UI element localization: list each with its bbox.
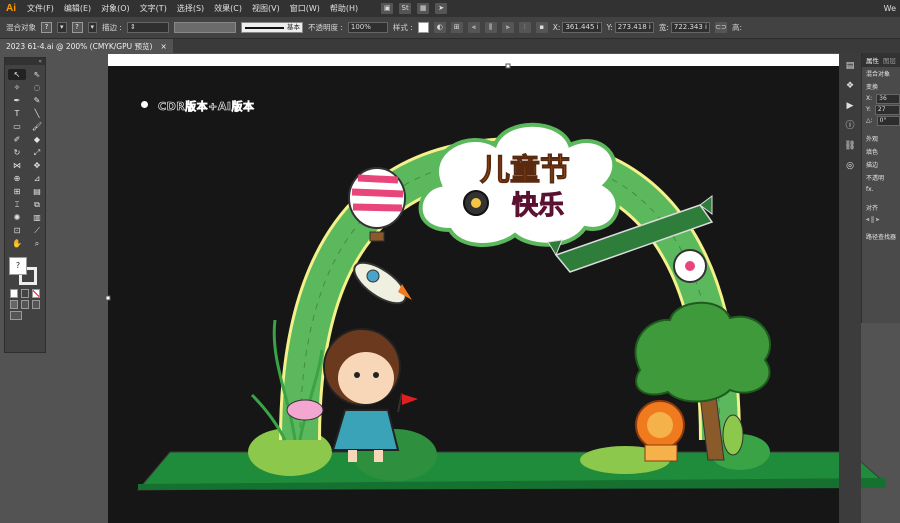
play-actions-icon[interactable]: ▶ (842, 99, 858, 113)
color-mode-icon[interactable] (10, 289, 18, 298)
panel-stroke-label: 描边 (866, 162, 879, 169)
rocket[interactable] (348, 255, 412, 311)
swatches-icon[interactable]: ❖ (842, 79, 858, 93)
panel-angle-input[interactable]: 0° (876, 115, 900, 126)
shaper-tool-icon[interactable]: ✐ (8, 134, 26, 145)
color-mode-buttons (10, 289, 40, 298)
type-tool-icon[interactable]: T (8, 108, 26, 119)
girl-face (338, 352, 394, 404)
panel-stroke-row[interactable]: 描边 (862, 158, 900, 171)
eraser-icon[interactable]: ◆ (28, 134, 46, 145)
pathfinder-heading: 路径查找器 (866, 234, 897, 241)
width-tool-icon[interactable]: ⋈ (8, 160, 26, 171)
fx-button[interactable]: fx. (862, 184, 900, 195)
tools-panel: « ↖ ⇖ ✧ ◌ ✒ ✎ T ╲ ▭ 🖌 ✐ ◆ ↻ ⤢ ⋈ ✥ ⊕ ⊿ ⊞ … (4, 57, 46, 353)
links-icon[interactable]: ⛓ (842, 139, 858, 153)
tools-panel-header[interactable]: « (5, 58, 45, 65)
artwork[interactable]: 儿童节 快乐 (0, 0, 900, 523)
none-mode-icon[interactable] (32, 289, 40, 298)
shape-builder-icon[interactable]: ⊕ (8, 173, 26, 184)
graph-tool-icon[interactable]: ▥ (28, 212, 46, 223)
screen-mode-icon[interactable] (10, 311, 22, 320)
panel-fill-label: 填色 (866, 149, 879, 156)
tab-properties[interactable]: 属性 (866, 55, 879, 65)
girl-eye-left (354, 372, 360, 378)
selection-handle-left[interactable] (105, 295, 111, 301)
artboard-tool-icon[interactable]: ⊡ (8, 225, 26, 236)
rocket-window (366, 269, 380, 283)
eyedropper-icon[interactable]: ⌶ (8, 199, 26, 210)
panel-x-input[interactable]: 36 (876, 93, 900, 104)
tree-canopy[interactable] (634, 301, 771, 403)
panel-selection-type: 混合对象 (866, 71, 891, 78)
blend-tool-icon[interactable]: ⧉ (28, 199, 46, 210)
rectangle-tool-icon[interactable]: ▭ (8, 121, 26, 132)
screen-mode-row (10, 311, 40, 320)
info-icon[interactable]: ⓘ (842, 119, 858, 133)
title-line2: 快乐 (512, 191, 564, 221)
draw-mode-buttons (10, 300, 40, 309)
flag-pole (397, 392, 403, 413)
pen-tool-icon[interactable]: ✒ (8, 95, 26, 106)
rotate-tool-icon[interactable]: ↻ (8, 147, 26, 158)
panel-opacity-label: 不透明 (866, 175, 885, 182)
lion-face (647, 412, 673, 438)
girl-dress (331, 409, 400, 451)
fill-stroke-widget[interactable]: ? (9, 257, 43, 287)
symbol-sprayer-icon[interactable]: ✺ (8, 212, 26, 223)
bullet-dot (141, 101, 148, 108)
hand-tool-icon[interactable]: ✋ (8, 238, 26, 249)
appearance-heading: 外观 (866, 136, 879, 143)
panel-tabs: 属性 图层 (862, 53, 900, 67)
paintbrush-icon[interactable]: 🖌 (28, 121, 46, 132)
scale-tool-icon[interactable]: ⤢ (28, 147, 46, 158)
girl-eye-right (373, 372, 379, 378)
panel-dock-icons: ▤ ❖ ▶ ⓘ ⛓ ◎ (839, 53, 861, 523)
small-flower-center (685, 261, 695, 271)
panel-x-row: X: 36 (862, 93, 900, 104)
puppet-warp-icon[interactable]: ✥ (28, 160, 46, 171)
selection-handle-top[interactable] (505, 63, 511, 69)
appearance-icon[interactable]: ◎ (842, 159, 858, 173)
curvature-tool-icon[interactable]: ✎ (28, 95, 46, 106)
direct-selection-tool-icon[interactable]: ⇖ (28, 69, 46, 80)
gradient-tool-icon[interactable]: ▤ (28, 186, 46, 197)
cdr-ai-version-label: CDR版本+AI版本 (158, 100, 255, 114)
lasso-icon[interactable]: ◌ (28, 82, 46, 93)
leaf-plant[interactable] (722, 414, 744, 456)
balloon-basket (369, 231, 385, 242)
panel-fill-row[interactable]: 填色 (862, 145, 900, 158)
libraries-icon[interactable]: ▤ (842, 59, 858, 73)
zoom-tool-icon[interactable]: ⌕ (28, 238, 46, 249)
girl-leg-left (348, 450, 357, 462)
align-buttons[interactable]: ⫷ ⫼ ⫸ (862, 214, 900, 226)
panel-angle-row: △: 0° (862, 115, 900, 126)
perspective-grid-icon[interactable]: ⊿ (28, 173, 46, 184)
panel-y-input[interactable]: 27 (874, 104, 900, 115)
panel-y-row: Y: 27 (862, 104, 900, 115)
selection-tool-icon[interactable]: ↖ (8, 69, 26, 80)
transform-heading: 变换 (866, 84, 879, 91)
properties-panel: 属性 图层 混合对象 变换 X: 36 Y: 27 △: 0° 外观 填色 描边… (861, 53, 900, 323)
draw-inside-icon[interactable] (32, 300, 40, 309)
flower-center (471, 198, 481, 208)
panel-opacity-row[interactable]: 不透明 (862, 171, 900, 184)
line-tool-icon[interactable]: ╲ (28, 108, 46, 119)
draw-behind-icon[interactable] (21, 300, 29, 309)
magic-wand-icon[interactable]: ✧ (8, 82, 26, 93)
red-flag[interactable] (402, 394, 418, 405)
pink-flower[interactable] (286, 399, 324, 421)
tab-layers[interactable]: 图层 (883, 55, 896, 65)
fill-indicator[interactable]: ? (9, 257, 27, 275)
slice-tool-icon[interactable]: ⟋ (28, 225, 46, 236)
title-line1: 儿童节 (480, 153, 570, 188)
mesh-tool-icon[interactable]: ⊞ (8, 186, 26, 197)
draw-normal-icon[interactable] (10, 300, 18, 309)
lion-body (644, 444, 678, 462)
girl-leg-right (374, 450, 383, 462)
gradient-mode-icon[interactable] (21, 289, 29, 298)
align-heading: 对齐 (866, 205, 879, 212)
